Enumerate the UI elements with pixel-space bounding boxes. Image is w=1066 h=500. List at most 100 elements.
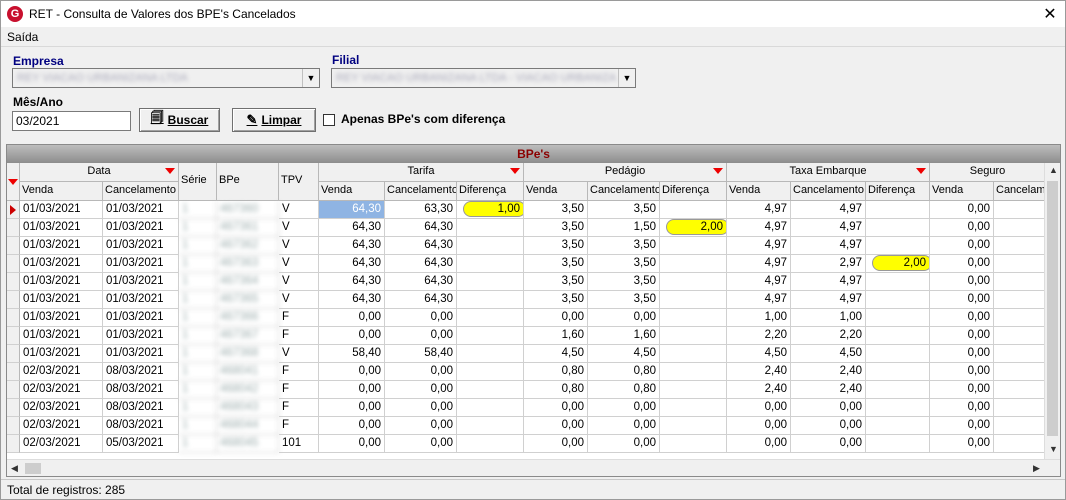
cell-pc[interactable]: 0,80 bbox=[588, 363, 660, 381]
cell-serie[interactable]: 1 bbox=[179, 435, 217, 453]
menu-exit[interactable]: Saída bbox=[7, 30, 38, 44]
cell-sv[interactable]: 0,00 bbox=[930, 201, 994, 219]
cell-tv[interactable]: 64,30 bbox=[319, 219, 385, 237]
cell-ec[interactable]: 2,97 bbox=[791, 255, 866, 273]
cell-tpv[interactable]: F bbox=[279, 399, 319, 417]
cell-venda[interactable]: 02/03/2021 bbox=[20, 435, 103, 453]
cell-tc[interactable]: 64,30 bbox=[385, 255, 457, 273]
cell-pc[interactable]: 3,50 bbox=[588, 237, 660, 255]
cell-ec[interactable]: 4,97 bbox=[791, 291, 866, 309]
row-indicator[interactable] bbox=[7, 363, 20, 381]
cell-tv[interactable]: 64,30 bbox=[319, 201, 385, 219]
cell-serie[interactable]: 1 bbox=[179, 291, 217, 309]
cell-sc[interactable] bbox=[994, 399, 1046, 417]
cell-serie[interactable]: 1 bbox=[179, 201, 217, 219]
cell-bpe[interactable]: 468041 bbox=[217, 363, 279, 381]
cell-ev[interactable]: 4,97 bbox=[727, 273, 791, 291]
cell-tpv[interactable]: F bbox=[279, 309, 319, 327]
cell-td[interactable] bbox=[457, 363, 524, 381]
cell-ev[interactable]: 2,20 bbox=[727, 327, 791, 345]
cell-pv[interactable]: 3,50 bbox=[524, 201, 588, 219]
cell-venda[interactable]: 01/03/2021 bbox=[20, 327, 103, 345]
cell-ed[interactable] bbox=[866, 417, 930, 435]
cell-ev[interactable]: 4,97 bbox=[727, 219, 791, 237]
cell-venda[interactable]: 02/03/2021 bbox=[20, 381, 103, 399]
cell-canc[interactable]: 01/03/2021 bbox=[103, 309, 179, 327]
cell-serie[interactable]: 1 bbox=[179, 417, 217, 435]
cell-tv[interactable]: 0,00 bbox=[319, 327, 385, 345]
cell-venda[interactable]: 02/03/2021 bbox=[20, 399, 103, 417]
cell-pv[interactable]: 3,50 bbox=[524, 255, 588, 273]
scroll-thumb[interactable] bbox=[1047, 181, 1058, 436]
cell-venda[interactable]: 01/03/2021 bbox=[20, 345, 103, 363]
cell-sv[interactable]: 0,00 bbox=[930, 381, 994, 399]
cell-pd[interactable] bbox=[660, 399, 727, 417]
cell-canc[interactable]: 08/03/2021 bbox=[103, 399, 179, 417]
cell-bpe[interactable]: 467361 bbox=[217, 219, 279, 237]
cell-sv[interactable]: 0,00 bbox=[930, 291, 994, 309]
cell-bpe[interactable]: 467368 bbox=[217, 345, 279, 363]
cell-td[interactable] bbox=[457, 219, 524, 237]
cell-ed[interactable] bbox=[866, 219, 930, 237]
cell-sv[interactable]: 0,00 bbox=[930, 399, 994, 417]
cell-ec[interactable]: 2,40 bbox=[791, 381, 866, 399]
group-header-taxa[interactable]: Taxa Embarque bbox=[727, 163, 930, 182]
cell-td[interactable] bbox=[457, 417, 524, 435]
cell-tc[interactable]: 58,40 bbox=[385, 345, 457, 363]
cell-ed[interactable] bbox=[866, 363, 930, 381]
cell-tpv[interactable]: V bbox=[279, 291, 319, 309]
col-header-p_dif[interactable]: Diferença bbox=[660, 182, 727, 201]
cell-pc[interactable]: 0,00 bbox=[588, 435, 660, 453]
cell-ec[interactable]: 2,40 bbox=[791, 363, 866, 381]
cell-bpe[interactable]: 468044 bbox=[217, 417, 279, 435]
cell-venda[interactable]: 01/03/2021 bbox=[20, 291, 103, 309]
cell-pv[interactable]: 3,50 bbox=[524, 237, 588, 255]
cell-tv[interactable]: 0,00 bbox=[319, 399, 385, 417]
scroll-up-icon[interactable]: ▲ bbox=[1049, 165, 1058, 175]
col-header-bpe[interactable]: BPe bbox=[217, 163, 279, 201]
row-indicator[interactable] bbox=[7, 201, 20, 219]
cell-td[interactable] bbox=[457, 291, 524, 309]
col-header-s_venda[interactable]: Venda bbox=[930, 182, 994, 201]
cell-pc[interactable]: 3,50 bbox=[588, 255, 660, 273]
col-header-p_canc[interactable]: Cancelamento bbox=[588, 182, 660, 201]
cell-serie[interactable]: 1 bbox=[179, 345, 217, 363]
cell-pv[interactable]: 0,80 bbox=[524, 381, 588, 399]
row-indicator[interactable] bbox=[7, 399, 20, 417]
cell-bpe[interactable]: 467360 bbox=[217, 201, 279, 219]
search-button[interactable]: 🗐 Buscar bbox=[139, 108, 220, 132]
close-icon[interactable]: ✕ bbox=[1035, 1, 1065, 27]
col-header-tpv[interactable]: TPV bbox=[279, 163, 319, 201]
row-indicator[interactable] bbox=[7, 381, 20, 399]
cell-tc[interactable]: 0,00 bbox=[385, 363, 457, 381]
mes-ano-input[interactable]: 03/2021 bbox=[12, 111, 131, 131]
cell-sv[interactable]: 0,00 bbox=[930, 363, 994, 381]
cell-sv[interactable]: 0,00 bbox=[930, 327, 994, 345]
cell-ev[interactable]: 4,50 bbox=[727, 345, 791, 363]
cell-canc[interactable]: 08/03/2021 bbox=[103, 363, 179, 381]
cell-pv[interactable]: 3,50 bbox=[524, 219, 588, 237]
col-header-s_canc[interactable]: Cancelam bbox=[994, 182, 1046, 201]
cell-bpe[interactable]: 467366 bbox=[217, 309, 279, 327]
cell-tpv[interactable]: V bbox=[279, 345, 319, 363]
cell-sc[interactable] bbox=[994, 417, 1046, 435]
cell-ev[interactable]: 2,40 bbox=[727, 363, 791, 381]
cell-ec[interactable]: 0,00 bbox=[791, 417, 866, 435]
cell-ev[interactable]: 0,00 bbox=[727, 417, 791, 435]
col-header-e_venda[interactable]: Venda bbox=[727, 182, 791, 201]
cell-tv[interactable]: 0,00 bbox=[319, 363, 385, 381]
cell-canc[interactable]: 01/03/2021 bbox=[103, 201, 179, 219]
clear-button[interactable]: ✎ Limpar bbox=[232, 108, 316, 132]
cell-sc[interactable] bbox=[994, 237, 1046, 255]
cell-ev[interactable]: 0,00 bbox=[727, 399, 791, 417]
cell-td[interactable] bbox=[457, 309, 524, 327]
cell-tpv[interactable]: F bbox=[279, 327, 319, 345]
cell-tc[interactable]: 64,30 bbox=[385, 219, 457, 237]
cell-canc[interactable]: 01/03/2021 bbox=[103, 255, 179, 273]
cell-sc[interactable] bbox=[994, 435, 1046, 453]
cell-canc[interactable]: 01/03/2021 bbox=[103, 219, 179, 237]
cell-venda[interactable]: 01/03/2021 bbox=[20, 219, 103, 237]
cell-ed[interactable] bbox=[866, 273, 930, 291]
cell-ec[interactable]: 4,97 bbox=[791, 219, 866, 237]
cell-serie[interactable]: 1 bbox=[179, 237, 217, 255]
